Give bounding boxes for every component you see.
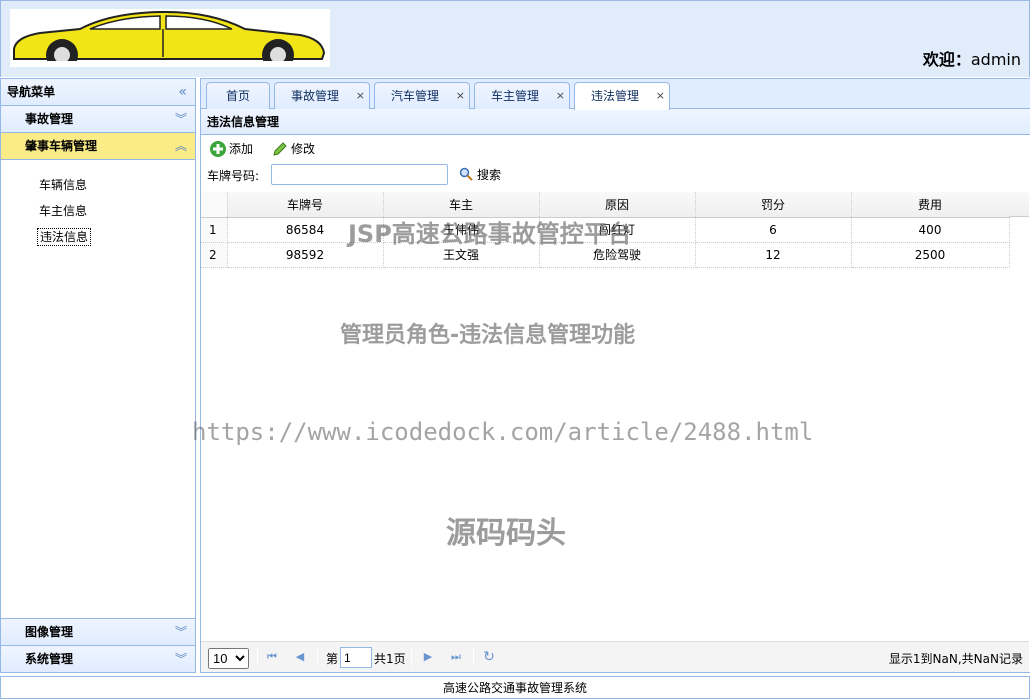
- collapse-left-icon[interactable]: «: [178, 79, 187, 106]
- sidebar-bottom-groups: 图像管理 ︾ 系统管理 ︾: [1, 618, 195, 672]
- group-accident-management[interactable]: 事故管理 ︾: [1, 106, 195, 133]
- last-page-icon[interactable]: ⏭: [449, 650, 463, 664]
- tab-accident[interactable]: 事故管理 ×: [274, 82, 370, 109]
- search-bar: 车牌号码: 搜索: [201, 161, 1030, 187]
- group-label: 肇事车辆管理: [25, 139, 98, 153]
- pagination-info: 显示1到NaN,共NaN记录: [888, 652, 1023, 666]
- toolbar: 添加 修改: [201, 135, 1030, 161]
- search-button[interactable]: 搜索: [459, 166, 501, 184]
- chevron-down-icon[interactable]: ︾: [175, 619, 187, 646]
- search-icon: [459, 167, 473, 181]
- add-icon: [210, 141, 226, 157]
- table-row[interactable]: 2 98592 王文强 危险驾驶 12 2500: [201, 242, 1010, 268]
- tab-home[interactable]: 首页: [206, 82, 270, 109]
- page-number-input[interactable]: [340, 647, 372, 668]
- row-number-header: [201, 192, 228, 218]
- footer: 高速公路交通事故管理系统: [0, 676, 1030, 699]
- close-icon[interactable]: ×: [656, 83, 665, 109]
- tab-car[interactable]: 汽车管理 ×: [374, 82, 470, 109]
- first-page-icon[interactable]: ⏮: [265, 650, 279, 664]
- sidebar-item-owner-info[interactable]: 车主信息: [1, 198, 195, 224]
- group-label: 图像管理: [25, 625, 74, 639]
- tab-bar: 首页 事故管理 × 汽车管理 × 车主管理 × 违法管理 ×: [201, 79, 1030, 110]
- submenu: 车辆信息 车主信息 违法信息: [1, 160, 195, 250]
- column-header[interactable]: 罚分: [695, 192, 852, 218]
- table-row[interactable]: 1 86584 王伟伟 闯红灯 6 400: [201, 217, 1010, 243]
- close-icon[interactable]: ×: [456, 83, 465, 109]
- column-header[interactable]: 原因: [539, 192, 696, 218]
- group-vehicle-management[interactable]: 肇事车辆管理 ︽: [1, 133, 195, 160]
- header: 欢迎：admin: [0, 0, 1030, 77]
- panel-title: 违法信息管理: [201, 109, 1030, 135]
- data-grid: 车牌号 车主 原因 罚分 费用 1 86584 王伟伟 闯红灯 6 400 2: [201, 192, 1029, 268]
- close-icon[interactable]: ×: [556, 83, 565, 109]
- plate-search-input[interactable]: [271, 164, 448, 185]
- chevron-down-icon[interactable]: ︾: [175, 106, 187, 133]
- pagination-bar: 10 ⏮ ◀ 第 共1页 ▶ ⏭ ↻ 显示1到NaN,共NaN记录: [201, 641, 1029, 672]
- table-header: 车牌号 车主 原因 罚分 费用: [201, 192, 1010, 218]
- pencil-icon: [273, 142, 287, 156]
- plate-label: 车牌号码:: [207, 169, 260, 183]
- column-header[interactable]: 车主: [383, 192, 540, 218]
- chevron-down-icon[interactable]: ︾: [175, 646, 187, 673]
- username: admin: [970, 50, 1021, 69]
- page-prefix: 第: [326, 652, 339, 666]
- refresh-icon[interactable]: ↻: [482, 650, 496, 664]
- page-total: 共1页: [374, 652, 406, 666]
- sidebar-item-vehicle-info[interactable]: 车辆信息: [1, 172, 195, 198]
- close-icon[interactable]: ×: [356, 83, 365, 109]
- tab-owner[interactable]: 车主管理 ×: [474, 82, 570, 109]
- column-header[interactable]: 车牌号: [227, 192, 384, 218]
- sidebar-item-violation-info[interactable]: 违法信息: [1, 224, 195, 250]
- group-label: 事故管理: [25, 112, 74, 126]
- sidebar-title: 导航菜单 «: [1, 79, 195, 106]
- next-page-icon[interactable]: ▶: [421, 650, 435, 664]
- welcome-label: 欢迎：: [922, 50, 971, 69]
- page-size-select[interactable]: 10: [208, 648, 249, 669]
- chevron-up-icon[interactable]: ︽: [175, 133, 187, 160]
- column-header[interactable]: 费用: [851, 192, 1010, 218]
- tab-violation[interactable]: 违法管理 ×: [574, 82, 670, 110]
- violation-table: 车牌号 车主 原因 罚分 费用 1 86584 王伟伟 闯红灯 6 400 2: [201, 192, 1010, 268]
- group-image-management[interactable]: 图像管理 ︾: [1, 618, 195, 645]
- main-panel: 首页 事故管理 × 汽车管理 × 车主管理 × 违法管理 × 违法信息管理 添加 修改 …: [200, 78, 1030, 673]
- group-system-management[interactable]: 系统管理 ︾: [1, 645, 195, 672]
- prev-page-icon[interactable]: ◀: [293, 650, 307, 664]
- add-button[interactable]: 添加: [209, 140, 253, 158]
- sidebar: 导航菜单 « 事故管理 ︾ 肇事车辆管理 ︽ 车辆信息 车主信息 违法信息 图像…: [0, 78, 196, 673]
- group-label: 系统管理: [25, 652, 74, 666]
- edit-button[interactable]: 修改: [271, 140, 315, 158]
- sidebar-title-label: 导航菜单: [7, 85, 56, 99]
- car-logo: [10, 9, 330, 67]
- welcome-text: 欢迎：admin: [923, 46, 1021, 70]
